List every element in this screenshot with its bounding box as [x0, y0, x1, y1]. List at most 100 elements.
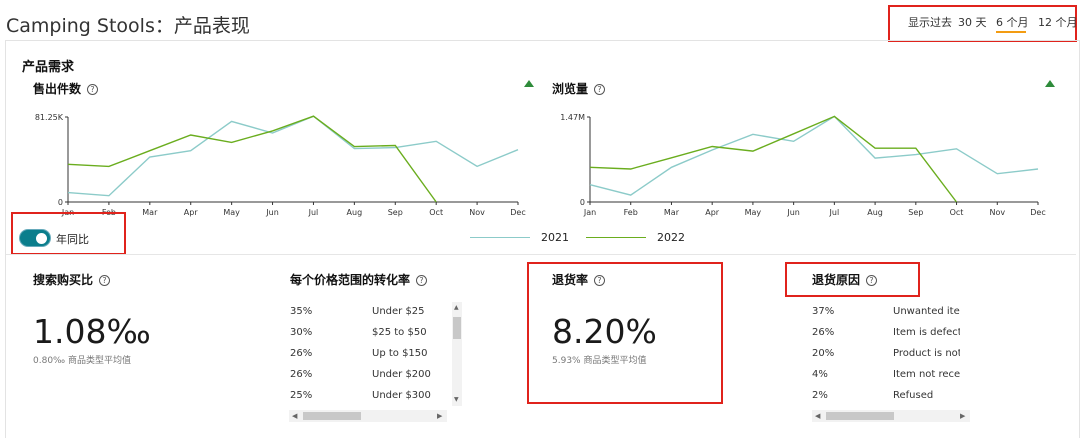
x-tick-label: Apr — [184, 208, 199, 217]
x-tick-label: Dec — [510, 208, 525, 217]
scroll-left-icon[interactable]: ◀ — [292, 410, 297, 422]
legend-label-2021: 2021 — [541, 231, 569, 244]
units-title-text: 售出件数 — [33, 82, 82, 96]
units-sold-chart: 81.25K0Jan Feb Mar Apr May Jun Jul Aug Sep Oct Nov… — [35, 113, 526, 217]
list-item-label: Unwanted item — [893, 306, 960, 317]
x-tick-label: Nov — [989, 208, 1005, 217]
section-divider — [6, 254, 1076, 255]
range-option-30d[interactable]: 30 天 — [958, 14, 987, 30]
x-tick-label: Aug — [347, 208, 363, 217]
list-item-label: Product is not as d — [893, 348, 960, 359]
price-range-horizontal-scrollbar[interactable]: ◀ ▶ — [289, 410, 447, 422]
return-rate-value: 8.20% — [552, 312, 657, 351]
x-tick-label: Jun — [786, 208, 800, 217]
return-rate-category-average: 5.93% 商品类型平均值 — [552, 356, 647, 366]
scrollbar-thumb[interactable] — [826, 412, 894, 420]
scroll-up-icon[interactable]: ▲ — [454, 304, 459, 311]
x-tick-label: Sep — [388, 208, 403, 217]
y-tick-label: 81.25K — [35, 113, 64, 122]
x-tick-label: Jan — [583, 208, 596, 217]
return-reasons-list: 37% Unwanted item 26% Item is defective 20… — [812, 306, 960, 406]
list-item-label: Under $300 — [372, 390, 431, 401]
page-title: Camping Stools：产品表现 — [6, 15, 250, 37]
scroll-right-icon[interactable]: ▶ — [960, 410, 965, 422]
help-icon[interactable]: ? — [594, 84, 606, 95]
yoy-toggle-label: 年同比 — [56, 233, 89, 246]
series-line-2022 — [589, 115, 958, 203]
price-range-title-text: 每个价格范围的转化率 — [290, 273, 411, 287]
range-option-12m[interactable]: 12 个月 — [1038, 14, 1078, 30]
return-reasons-horizontal-scrollbar[interactable]: ◀ ▶ — [812, 410, 970, 422]
toggle-knob — [36, 233, 47, 244]
list-item-pct: 26% — [290, 369, 313, 380]
y-tick-label: 0 — [580, 198, 585, 207]
series-line-2021 — [589, 115, 1039, 196]
page-views-chart: 1.47M 0Jan Feb Mar Apr May Jun Jul Aug Sep Oct Nov D… — [560, 113, 1045, 217]
price-range-list: 35% Under $25 30% $25 to $50 26% Up to $150… — [290, 306, 450, 406]
list-item-label: Item not received b — [893, 369, 960, 380]
return-reasons-title-text: 退货原因 — [812, 273, 861, 287]
x-tick-label: Nov — [469, 208, 485, 217]
return-rate-title-text: 退货率 — [552, 273, 589, 287]
list-item-pct: 37% — [812, 306, 835, 317]
help-icon[interactable]: ? — [594, 275, 606, 286]
range-label: 显示过去 — [908, 16, 952, 29]
legend-swatch-2021 — [470, 237, 530, 238]
units-chart-title: 售出件数? — [33, 80, 99, 97]
conversion-category-average: 0.80‰ 商品类型平均值 — [33, 356, 131, 366]
x-tick-label: Mar — [142, 208, 158, 217]
trend-up-icon — [1045, 80, 1055, 87]
list-item-label: Item is defective — [893, 327, 960, 338]
x-tick-label: Sep — [908, 208, 923, 217]
section-title-demand: 产品需求 — [22, 60, 75, 75]
x-tick-label: Apr — [705, 208, 720, 217]
price-range-vertical-scrollbar[interactable]: ▲ ▼ — [452, 302, 462, 406]
legend-swatch-2022 — [586, 237, 646, 238]
scroll-right-icon[interactable]: ▶ — [437, 410, 442, 422]
scrollbar-thumb[interactable] — [303, 412, 361, 420]
x-tick-label: May — [223, 208, 240, 217]
scroll-left-icon[interactable]: ◀ — [815, 410, 820, 422]
list-item-pct: 4% — [812, 369, 828, 380]
x-tick-label: Mar — [664, 208, 680, 217]
x-tick-label: Dec — [1030, 208, 1045, 217]
help-icon[interactable]: ? — [99, 275, 111, 286]
list-item-pct: 30% — [290, 327, 313, 338]
x-tick-label: Oct — [429, 208, 443, 217]
help-icon[interactable]: ? — [866, 275, 878, 286]
list-item-label: Under $25 — [372, 306, 425, 317]
series-line-2022 — [67, 115, 437, 203]
list-item-pct: 2% — [812, 390, 828, 401]
list-item-pct: 20% — [812, 348, 835, 359]
conversion-value: 1.08‰ — [33, 312, 151, 351]
y-tick-label: 0 — [58, 198, 63, 207]
x-tick-label: May — [745, 208, 762, 217]
x-tick-label: Jul — [308, 208, 319, 217]
x-tick-label: Jul — [829, 208, 840, 217]
views-title-text: 浏览量 — [552, 82, 589, 96]
return-rate-title: 退货率? — [552, 271, 606, 288]
trend-up-icon — [524, 80, 534, 87]
y-tick-label: 1.47M — [560, 113, 585, 122]
list-item-pct: 26% — [290, 348, 313, 359]
list-item-pct: 26% — [812, 327, 835, 338]
list-item-label: Refused — [893, 390, 934, 401]
list-item-label: $25 to $50 — [372, 327, 427, 338]
scrollbar-thumb[interactable] — [453, 317, 461, 339]
x-tick-label: Feb — [624, 208, 638, 217]
conversion-title: 搜索购买比? — [33, 271, 111, 288]
yoy-toggle[interactable] — [20, 230, 50, 246]
list-item-label: Up to $150 — [372, 348, 428, 359]
x-tick-label: Aug — [867, 208, 883, 217]
list-item-label: Under $200 — [372, 369, 431, 380]
x-tick-label: Jun — [265, 208, 279, 217]
x-tick-label: Oct — [950, 208, 964, 217]
list-item-pct: 25% — [290, 390, 313, 401]
range-option-6m[interactable]: 6 个月 — [996, 14, 1029, 30]
legend-label-2022: 2022 — [657, 231, 685, 244]
scroll-down-icon[interactable]: ▼ — [454, 396, 459, 403]
return-reasons-title: 退货原因? — [812, 271, 878, 288]
help-icon[interactable]: ? — [416, 275, 428, 286]
list-item-pct: 35% — [290, 306, 313, 317]
help-icon[interactable]: ? — [87, 84, 99, 95]
